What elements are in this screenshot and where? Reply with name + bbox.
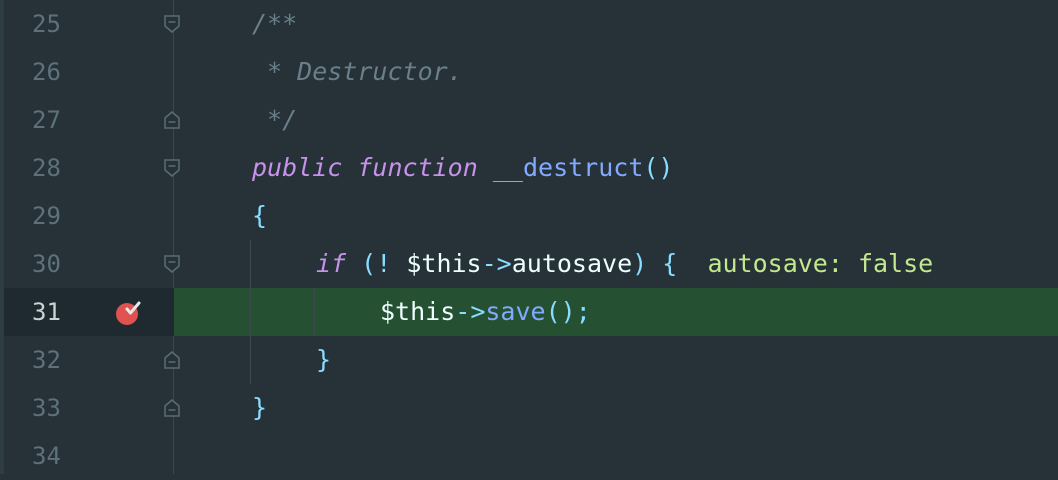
indent-guide — [250, 240, 251, 384]
fold-close-icon[interactable] — [163, 350, 181, 370]
fold-open-icon[interactable] — [163, 14, 181, 34]
property-autosave: autosave — [511, 249, 633, 278]
code-area[interactable]: $this->save(); — [174, 288, 1058, 336]
fold-open-icon[interactable] — [163, 158, 181, 178]
code-area[interactable]: */ — [174, 96, 1058, 144]
comment-text: /** — [252, 9, 298, 38]
line-number: 33 — [32, 394, 61, 422]
gutter-cell[interactable]: 25 — [4, 0, 174, 48]
line-number: 30 — [32, 250, 61, 278]
arrow-operator: -> — [455, 297, 486, 326]
gutter-cell[interactable]: 34 — [4, 432, 174, 480]
gutter-cell[interactable]: 29 — [4, 192, 174, 240]
code-text: { — [252, 192, 267, 240]
arrow-operator: -> — [481, 249, 512, 278]
keyword-if: if — [316, 249, 347, 278]
comment-text: * Destructor. — [252, 57, 463, 86]
fold-close-icon[interactable] — [163, 398, 181, 418]
code-text: } — [252, 384, 267, 432]
line-number: 31 — [32, 298, 61, 326]
code-editor[interactable]: 25 /** 26 * Destructor. 27 */ 28 public … — [0, 0, 1058, 474]
breakpoint-icon[interactable] — [115, 300, 141, 326]
code-area[interactable]: } — [174, 384, 1058, 432]
code-text: $this->save(); — [380, 288, 591, 336]
gutter-cell[interactable]: 33 — [4, 384, 174, 432]
close-brace: } — [252, 393, 268, 422]
code-line-29[interactable]: 29 { — [4, 192, 1058, 240]
code-text: * Destructor. — [252, 48, 463, 96]
gutter-cell[interactable]: 30 — [4, 240, 174, 288]
line-number: 34 — [32, 442, 61, 470]
gutter-cell[interactable]: 31 — [4, 288, 174, 336]
keyword-function: function — [357, 153, 478, 182]
gutter-cell[interactable]: 32 — [4, 336, 174, 384]
this-variable: $this — [380, 297, 456, 326]
comment-text: */ — [252, 105, 298, 134]
method-save: save — [485, 297, 546, 326]
open-paren-not: (! — [361, 249, 392, 278]
fold-close-icon[interactable] — [163, 110, 181, 130]
code-area[interactable]: /** — [174, 0, 1058, 48]
line-number: 29 — [32, 202, 61, 230]
fold-open-icon[interactable] — [163, 254, 181, 274]
code-area[interactable]: * Destructor. — [174, 48, 1058, 96]
close-paren: ) — [632, 249, 648, 278]
code-area[interactable]: public function __destruct() — [174, 144, 1058, 192]
code-area[interactable] — [174, 432, 1058, 480]
code-area[interactable]: if (! $this->autosave) { autosave: false — [174, 240, 1058, 288]
gutter-cell[interactable]: 27 — [4, 96, 174, 144]
code-text: } — [316, 336, 331, 384]
call-parens: (); — [545, 297, 591, 326]
indent-guide — [314, 288, 315, 336]
this-variable: $this — [406, 249, 482, 278]
close-brace: } — [316, 345, 332, 374]
code-line-26[interactable]: 26 * Destructor. — [4, 48, 1058, 96]
code-text: /** — [252, 0, 297, 48]
open-brace: { — [252, 201, 268, 230]
code-text: public function __destruct() — [252, 144, 673, 192]
code-line-31-current[interactable]: 31 $this->save(); — [4, 288, 1058, 336]
code-text: if (! $this->autosave) { autosave: false — [316, 240, 933, 288]
open-brace: { — [662, 249, 678, 278]
line-number: 25 — [32, 10, 61, 38]
inline-debug-value: autosave: false — [707, 249, 934, 278]
parens: () — [643, 153, 674, 182]
line-number: 32 — [32, 346, 61, 374]
code-text: */ — [252, 96, 297, 144]
function-name: __destruct — [492, 153, 644, 182]
line-number: 26 — [32, 58, 61, 86]
code-area[interactable]: { — [174, 192, 1058, 240]
gutter-cell[interactable]: 28 — [4, 144, 174, 192]
code-area[interactable]: } — [174, 336, 1058, 384]
line-number: 27 — [32, 106, 61, 134]
line-number: 28 — [32, 154, 61, 182]
keyword-public: public — [252, 153, 343, 182]
code-line-34[interactable]: 34 — [4, 432, 1058, 480]
gutter-cell[interactable]: 26 — [4, 48, 174, 96]
